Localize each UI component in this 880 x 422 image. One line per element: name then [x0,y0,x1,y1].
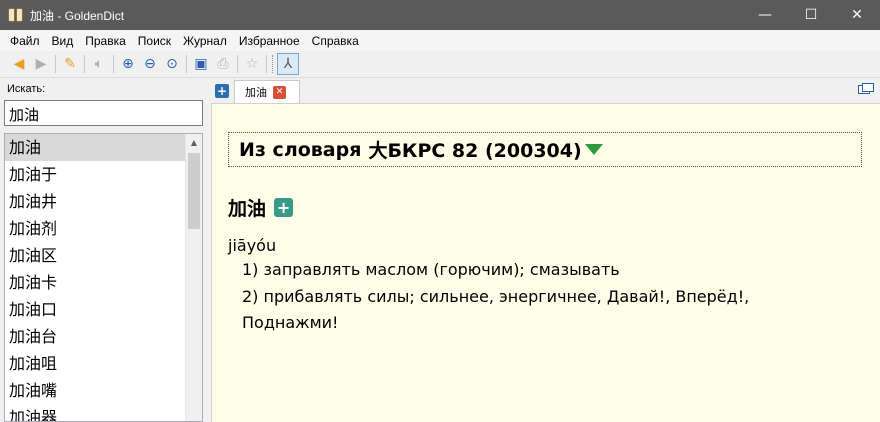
menu-file[interactable]: Файл [4,34,46,48]
toolbar-grip[interactable] [272,55,275,73]
add-to-favorites-icon[interactable]: + [274,198,294,217]
toolbar-separator [266,55,267,73]
list-item[interactable]: 加油咀 [5,350,186,377]
zoom-reset-icon[interactable]: ⊙ [161,53,183,75]
toolbar-separator [84,55,85,73]
tabs-list-icon[interactable] [858,83,874,97]
headword: 加油 [228,198,267,220]
toolbar-separator [113,55,114,73]
title-bar: 加油 - GoldenDict — ☐ ✕ [0,0,880,30]
tab-close-icon[interactable]: ✕ [273,85,286,99]
minimize-button[interactable]: — [742,0,788,30]
list-item[interactable]: 加油口 [5,296,186,323]
forward-icon[interactable]: ▶ [30,53,52,75]
chinese-conversion-icon[interactable]: ⅄ [277,53,299,75]
tab-label: 加油 [245,86,267,99]
dictionary-prefix: Из словаря [239,138,362,161]
toolbar-separator [186,55,187,73]
window-title: 加油 - GoldenDict [30,8,125,23]
menu-bar: Файл Вид Правка Поиск Журнал Избранное С… [0,30,880,51]
new-tab-plus-icon[interactable]: + [215,84,229,98]
list-item[interactable]: 加油井 [5,188,186,215]
menu-edit[interactable]: Правка [79,34,132,48]
list-item[interactable]: 加油剂 [5,215,186,242]
goldendict-book-icon [8,8,24,22]
menu-search[interactable]: Поиск [132,34,177,48]
dictionary-header[interactable]: Из словаря 大БКРС 82 (200304) [228,132,862,167]
print-icon[interactable]: ⎙ [212,53,234,75]
list-item[interactable]: 加油器 [5,404,186,421]
definition-1: 1) заправлять маслом (горючим); смазыват… [242,260,620,279]
list-item[interactable]: 加油卡 [5,269,186,296]
list-item[interactable]: 加油 [5,134,186,161]
list-item[interactable]: 加油区 [5,242,186,269]
toolbar-separator [55,55,56,73]
tab-bar: + 加油 ✕ [211,78,880,103]
back-icon[interactable]: ◀ [8,53,30,75]
list-item[interactable]: 加油台 [5,323,186,350]
search-input[interactable]: 加油 [4,100,203,126]
word-list[interactable]: 加油 加油于 加油井 加油剂 加油区 加油卡 加油口 加油台 加油咀 加油嘴 加… [4,133,203,422]
close-button[interactable]: ✕ [834,0,880,30]
pronounce-icon[interactable]: 🔈︎ [88,53,110,75]
scan-popup-icon[interactable]: ✎ [59,53,81,75]
dictionary-name: 大БКРС 82 (200304) [368,140,582,162]
headword-row: 加油 + [228,194,294,221]
toolbar: ◀ ▶ ✎ 🔈︎ ⊕ ⊖ ⊙ ▣ ⎙ ☆ ⅄ [0,51,880,78]
menu-history[interactable]: Журнал [177,34,233,48]
list-item[interactable]: 加油于 [5,161,186,188]
collapse-arrow-icon[interactable] [584,144,603,155]
zoom-in-icon[interactable]: ⊕ [117,53,139,75]
list-item[interactable]: 加油嘴 [5,377,186,404]
word-list-scrollbar[interactable]: ▲ [185,134,202,421]
zoom-out-icon[interactable]: ⊖ [139,53,161,75]
save-icon[interactable]: ▣ [190,53,212,75]
maximize-button[interactable]: ☐ [788,0,834,30]
menu-view[interactable]: Вид [46,34,80,48]
favorites-star-icon[interactable]: ☆ [241,53,263,75]
definition-2: 2) прибавлять силы; сильнее, энергичнее,… [242,287,750,332]
search-pane: Искать: 加油 加油 加油于 加油井 加油剂 加油区 加油卡 加油口 加油… [0,78,207,422]
menu-help[interactable]: Справка [306,34,365,48]
tab-article[interactable]: 加油 ✕ [234,80,300,103]
scroll-thumb[interactable] [188,153,200,229]
search-label: Искать: [7,83,46,95]
scroll-up-icon[interactable]: ▲ [186,134,202,151]
toolbar-separator [237,55,238,73]
article-view: Из словаря 大БКРС 82 (200304) 加油 + jiāyóu… [211,103,880,422]
pinyin: jiāyóu [228,236,277,255]
menu-favorites[interactable]: Избранное [233,34,306,48]
